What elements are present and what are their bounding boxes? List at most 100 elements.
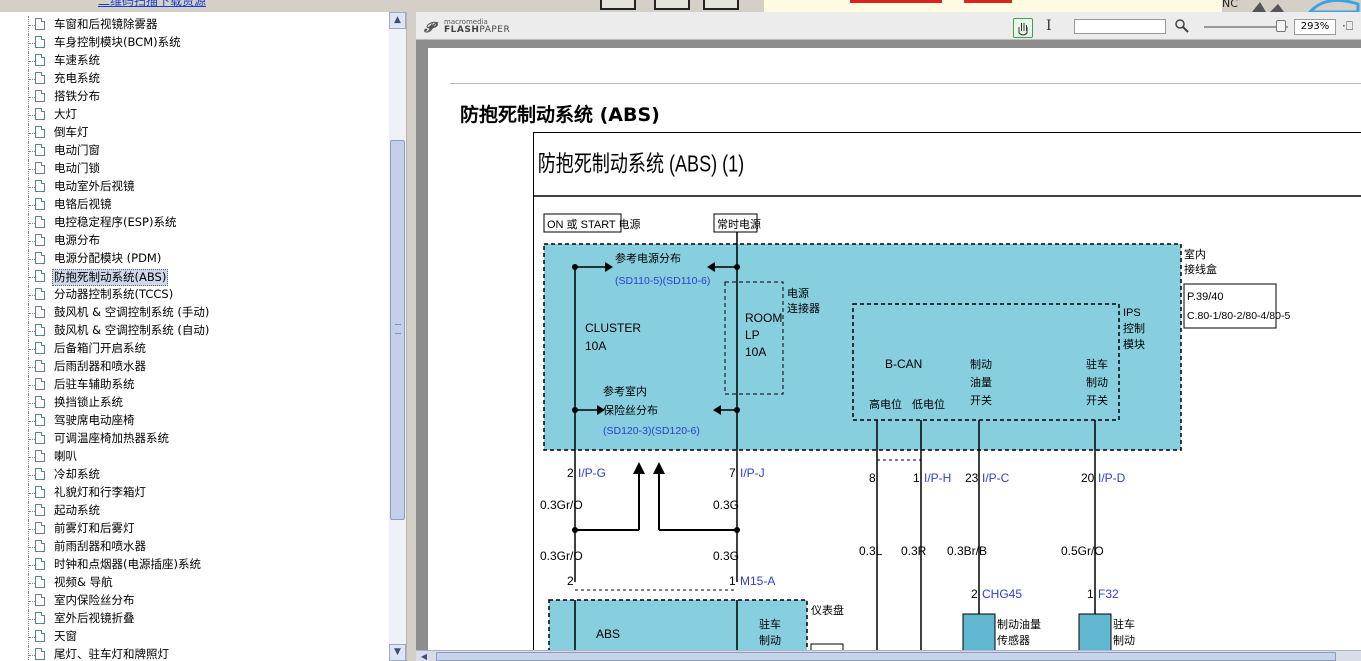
- tree-item[interactable]: 电控稳定程序(ESP)系统: [0, 214, 389, 232]
- tree-item-label[interactable]: 驾驶席电动座椅: [52, 413, 137, 428]
- tree-scrollbar[interactable]: ▲ ▼: [389, 12, 406, 661]
- tree-item-label[interactable]: 大灯: [52, 107, 79, 122]
- toolbar-button-3[interactable]: [703, 0, 739, 10]
- tree-item-label[interactable]: 充电系统: [52, 71, 102, 86]
- tree-item[interactable]: 电动门窗: [0, 142, 389, 160]
- search-input[interactable]: [1074, 19, 1166, 34]
- tree-item-label[interactable]: 室外后视镜折叠: [52, 611, 137, 626]
- tree-item-label[interactable]: 防抱死制动系统(ABS): [52, 269, 169, 286]
- tree-item[interactable]: 前雾灯和后雾灯: [0, 520, 389, 538]
- tree-item-label[interactable]: 分动器控制系统(TCCS): [52, 287, 175, 302]
- tree-item[interactable]: 分动器控制系统(TCCS): [0, 286, 389, 304]
- tree-item-label[interactable]: 鼓风机 & 空调控制系统 (手动): [52, 305, 211, 320]
- tree-item[interactable]: 换挡锁止系统: [0, 394, 389, 412]
- abs-label: ABS: [596, 627, 620, 641]
- tree-item[interactable]: 电源分布: [0, 232, 389, 250]
- tree-item-label[interactable]: 搭铁分布: [52, 89, 102, 104]
- ips-2: 控制: [1123, 321, 1145, 335]
- tree-item[interactable]: 电源分配模块 (PDM): [0, 250, 389, 268]
- tree-item[interactable]: 可调温座椅加热器系统: [0, 430, 389, 448]
- tree-item[interactable]: 尾灯、驻车灯和牌照灯: [0, 646, 389, 661]
- fit-page-icon[interactable]: ·⎕: [1342, 19, 1353, 34]
- document-icon: [35, 558, 45, 570]
- search-icon[interactable]: [1174, 18, 1190, 34]
- tree-item[interactable]: 室内保险丝分布: [0, 592, 389, 610]
- tree-item[interactable]: 车身控制模块(BCM)系统: [0, 34, 389, 52]
- top-strip: 二维码扫描下载资源 NC: [0, 0, 1361, 12]
- tree-item-label[interactable]: 换挡锁止系统: [52, 395, 125, 410]
- tree-item[interactable]: 时钟和点烟器(电源插座)系统: [0, 556, 389, 574]
- tree-item[interactable]: 视频& 导航: [0, 574, 389, 592]
- tree-item[interactable]: 驾驶席电动座椅: [0, 412, 389, 430]
- qr-download-link[interactable]: 二维码扫描下载资源: [98, 0, 206, 9]
- tree-item[interactable]: 前雨刮器和喷水器: [0, 538, 389, 556]
- tree-item-label[interactable]: 车身控制模块(BCM)系统: [52, 35, 183, 50]
- tree-item-label[interactable]: 时钟和点烟器(电源插座)系统: [52, 557, 203, 572]
- hand-tool-button[interactable]: [1013, 18, 1033, 38]
- tree-item-label[interactable]: 电源分配模块 (PDM): [52, 251, 163, 266]
- tree-item-label[interactable]: 室内保险丝分布: [52, 593, 137, 608]
- tree-item[interactable]: 后雨刮器和喷水器: [0, 358, 389, 376]
- toolbar-button-1[interactable]: [600, 0, 636, 10]
- tree-item-label[interactable]: 倒车灯: [52, 125, 91, 140]
- tree-item[interactable]: 车窗和后视镜除雾器: [0, 16, 389, 34]
- horizontal-scrollbar[interactable]: ◀: [416, 650, 1361, 661]
- tree-item-label[interactable]: 喇叭: [52, 449, 79, 464]
- tree-item[interactable]: 防抱死制动系统(ABS): [0, 268, 389, 286]
- toolbar-button-2[interactable]: [654, 0, 690, 10]
- tree-item-label[interactable]: 起动系统: [52, 503, 102, 518]
- tree-item[interactable]: 后备箱门开启系统: [0, 340, 389, 358]
- horizontal-scroll-thumb[interactable]: [436, 652, 1336, 661]
- tree-item-label[interactable]: 电源分布: [52, 233, 102, 248]
- tree-item-label[interactable]: 尾灯、驻车灯和牌照灯: [52, 647, 171, 661]
- tree-item[interactable]: 后驻车辅助系统: [0, 376, 389, 394]
- text-select-icon[interactable]: I: [1046, 18, 1052, 34]
- tree-item-label[interactable]: 前雨刮器和喷水器: [52, 539, 148, 554]
- tree-item-label[interactable]: 视频& 导航: [52, 575, 115, 590]
- tree-item[interactable]: 车速系统: [0, 52, 389, 70]
- tree-item-label[interactable]: 电控稳定程序(ESP)系统: [52, 215, 178, 230]
- zoom-level-field[interactable]: 293%: [1294, 19, 1336, 35]
- tree-item[interactable]: 鼓风机 & 空调控制系统 (自动): [0, 322, 389, 340]
- scroll-left-button[interactable]: ◀: [418, 651, 430, 661]
- tree-item[interactable]: 充电系统: [0, 70, 389, 88]
- tree-item[interactable]: 天窗: [0, 628, 389, 646]
- tree-item-label[interactable]: 后雨刮器和喷水器: [52, 359, 148, 374]
- tree-item-label[interactable]: 鼓风机 & 空调控制系统 (自动): [52, 323, 211, 338]
- zoom-slider-thumb[interactable]: [1276, 20, 1286, 32]
- tree-item-label[interactable]: 电动门窗: [52, 143, 102, 158]
- scroll-down-button[interactable]: ▼: [389, 644, 406, 661]
- tree-item-label[interactable]: 车窗和后视镜除雾器: [52, 17, 160, 32]
- tree-item[interactable]: 室外后视镜折叠: [0, 610, 389, 628]
- tree-item[interactable]: 冷却系统: [0, 466, 389, 484]
- tree-item[interactable]: 电动门锁: [0, 160, 389, 178]
- tree-item-label[interactable]: 电动室外后视镜: [52, 179, 137, 194]
- tree-item[interactable]: 喇叭: [0, 448, 389, 466]
- tree-item[interactable]: 起动系统: [0, 502, 389, 520]
- tree-item-label[interactable]: 后驻车辅助系统: [52, 377, 137, 392]
- tree-item[interactable]: 礼貌灯和行李箱灯: [0, 484, 389, 502]
- tree-item-label[interactable]: 后备箱门开启系统: [52, 341, 148, 356]
- tree-item[interactable]: 倒车灯: [0, 124, 389, 142]
- info-link-1[interactable]: [850, 0, 942, 3]
- tree-item-label[interactable]: 电铬后视镜: [52, 197, 114, 212]
- tree-item-label[interactable]: 礼貌灯和行李箱灯: [52, 485, 148, 500]
- tree-item[interactable]: 大灯: [0, 106, 389, 124]
- wire-03g-b: 0.3G: [713, 549, 739, 563]
- tree-item-label[interactable]: 冷却系统: [52, 467, 102, 482]
- tree-item-label[interactable]: 车速系统: [52, 53, 102, 68]
- ref-power-label: 参考电源分布: [615, 251, 681, 265]
- scroll-thumb[interactable]: [390, 140, 405, 520]
- tree-item-label[interactable]: 前雾灯和后雾灯: [52, 521, 137, 536]
- tree-item[interactable]: 电动室外后视镜: [0, 178, 389, 196]
- document-icon: [35, 648, 45, 660]
- tree-item[interactable]: 电铬后视镜: [0, 196, 389, 214]
- info-link-2[interactable]: [964, 0, 1012, 3]
- scroll-up-button[interactable]: ▲: [389, 12, 406, 29]
- tree-item[interactable]: 搭铁分布: [0, 88, 389, 106]
- document-area[interactable]: 防抱死制动系统 (ABS) 防抱死制动系统 (ABS) (1) ON 或 STA…: [416, 40, 1361, 650]
- tree-item[interactable]: 鼓风机 & 空调控制系统 (手动): [0, 304, 389, 322]
- tree-item-label[interactable]: 天窗: [52, 629, 79, 644]
- tree-item-label[interactable]: 电动门锁: [52, 161, 102, 176]
- tree-item-label[interactable]: 可调温座椅加热器系统: [52, 431, 171, 446]
